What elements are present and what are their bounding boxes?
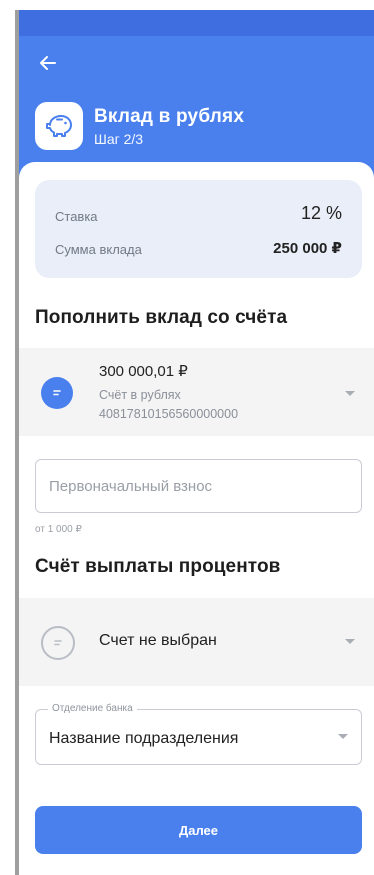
status-bar [19, 10, 374, 36]
chevron-down-icon [345, 391, 355, 396]
piggy-bank-icon [46, 115, 72, 137]
payout-account-placeholder: Счет не выбран [99, 632, 217, 649]
topup-section-title: Пополнить вклад со счёта [35, 307, 288, 328]
content-sheet: Ставка 12 % Сумма вклада 250 000 ₽ Попол… [19, 162, 374, 875]
page-title: Вклад в рублях [94, 106, 245, 127]
chevron-down-icon [345, 639, 355, 644]
account-number: 40817810156560000000 [99, 407, 239, 421]
step-indicator: Шаг 2/3 [94, 131, 144, 147]
payout-account-select[interactable]: Счет не выбран [19, 598, 374, 686]
ruble-coin-icon [41, 626, 75, 660]
arrow-left-icon[interactable] [38, 53, 58, 73]
deposit-app-icon [35, 102, 83, 150]
account-balance: 300 000,01 ₽ [99, 363, 188, 380]
back-button[interactable] [37, 52, 59, 74]
initial-payment-input[interactable] [35, 459, 362, 513]
top-margin [0, 0, 374, 10]
chevron-down-icon [338, 734, 348, 739]
deposit-summary-card: Ставка 12 % Сумма вклада 250 000 ₽ [35, 180, 362, 278]
source-account-select[interactable]: 300 000,01 ₽ Счёт в рублях 4081781015656… [19, 348, 374, 436]
initial-payment-hint: от 1 000 ₽ [35, 524, 82, 535]
bank-branch-value: Название подразделения [49, 730, 239, 747]
rate-value: 12 % [300, 203, 342, 223]
ruble-coin-icon [41, 377, 73, 409]
account-name: Счёт в рублях [99, 388, 181, 402]
amount-value: 250 000 ₽ [273, 240, 342, 257]
amount-label: Сумма вклада [55, 242, 142, 257]
next-button[interactable]: Далее [35, 806, 362, 854]
payout-section-title: Счёт выплаты процентов [35, 556, 281, 577]
bank-branch-label: Отделение банка [48, 703, 137, 714]
bank-branch-select[interactable]: Отделение банка Название подразделения [35, 703, 362, 765]
rate-label: Ставка [55, 209, 98, 224]
